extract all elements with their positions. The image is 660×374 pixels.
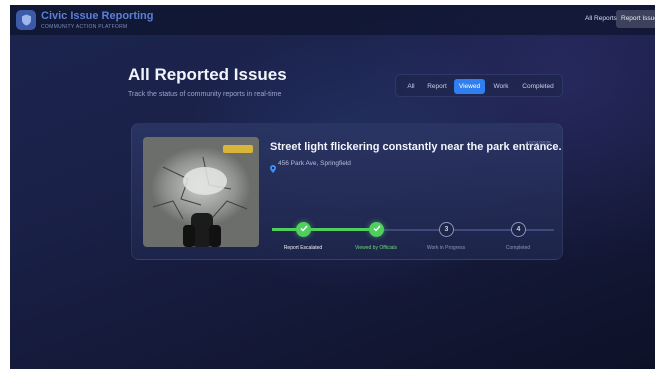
app-title: Civic Issue Reporting — [41, 10, 154, 22]
tab-all[interactable]: All — [401, 79, 421, 94]
issue-title: Street light flickering constantly near … — [270, 141, 562, 153]
tab-completed[interactable]: Completed — [517, 79, 559, 94]
step-label-report-escalated: Report Escalated — [283, 245, 323, 251]
top-bar: Civic Issue Reporting COMMUNITY ACTION P… — [10, 5, 655, 35]
step-report-escalated — [296, 222, 311, 237]
nav-all-reports-link[interactable]: All Reports — [585, 15, 617, 22]
tab-report[interactable]: Report — [424, 79, 450, 94]
issue-location: 456 Park Ave, Springfield — [278, 160, 351, 167]
issue-photo — [143, 137, 259, 247]
check-icon — [373, 225, 381, 234]
step-completed: 4 — [511, 222, 526, 237]
step-work-in-progress: 3 — [439, 222, 454, 237]
check-icon — [300, 225, 308, 234]
location-pin-icon — [270, 160, 276, 178]
shield-icon[interactable] — [16, 10, 36, 30]
tab-work[interactable]: Work — [488, 79, 514, 94]
page-title: All Reported Issues — [128, 65, 287, 84]
step-label-work-in-progress: Work in Progress — [426, 245, 466, 251]
issue-date: 10/24/2025 — [526, 141, 552, 147]
app-subtitle: COMMUNITY ACTION PLATFORM — [41, 24, 128, 30]
tab-viewed[interactable]: Viewed — [454, 79, 485, 94]
report-issue-button[interactable]: Report Issue — [616, 10, 655, 28]
app-screen: Civic Issue Reporting COMMUNITY ACTION P… — [10, 5, 655, 369]
step-viewed-by-officials — [369, 222, 384, 237]
step-label-completed: Completed — [505, 245, 531, 251]
step-label-viewed-by-officials: Viewed by Officials — [354, 245, 398, 251]
page-subtitle: Track the status of community reports in… — [128, 91, 282, 98]
filter-tabs: All Report Viewed Work Completed — [395, 74, 563, 97]
progress-fill — [272, 228, 378, 231]
